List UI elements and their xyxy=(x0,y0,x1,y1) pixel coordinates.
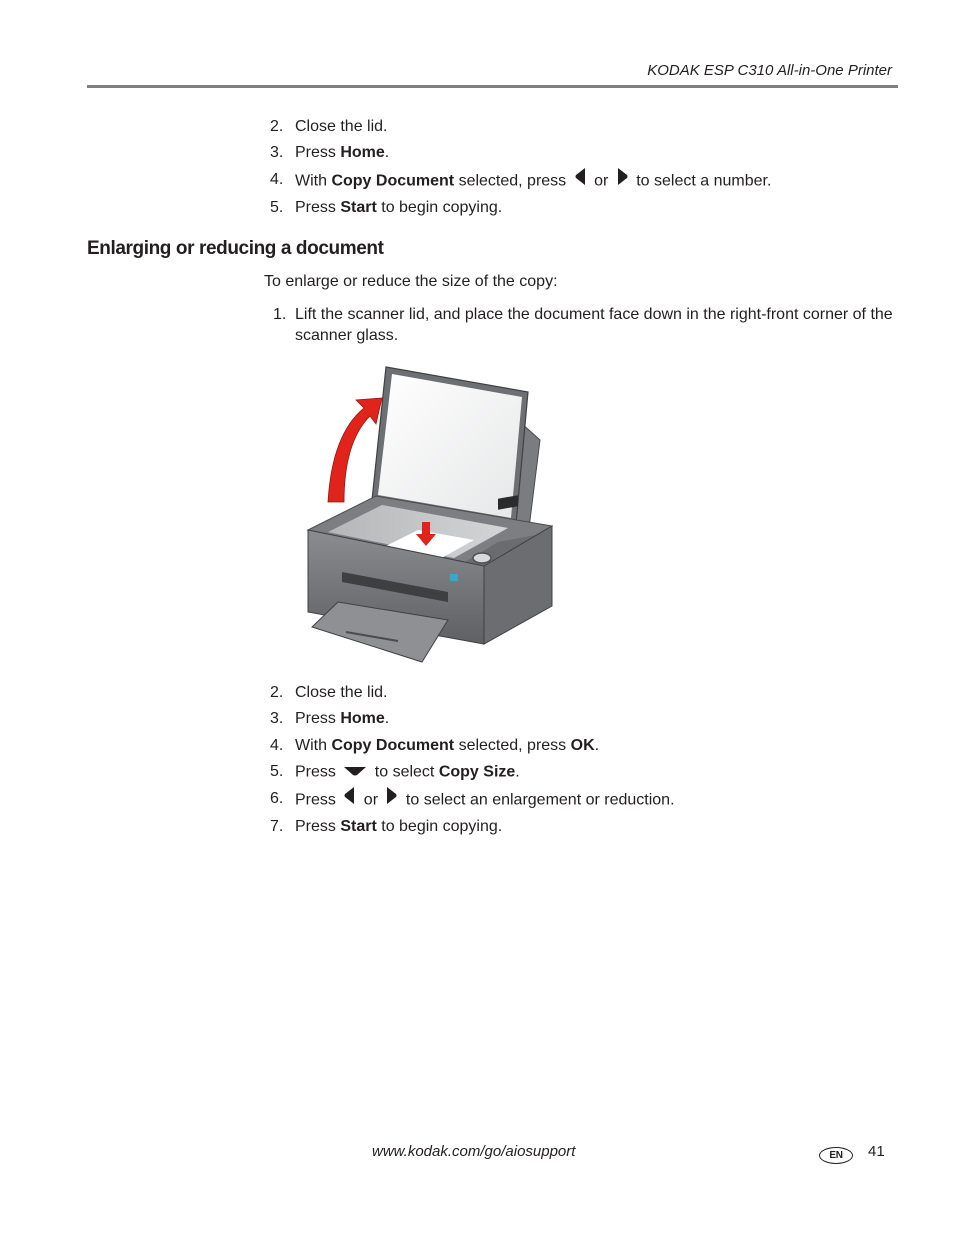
header-rule xyxy=(87,85,898,88)
bold-term: Home xyxy=(340,710,385,728)
list-item: 7. Press Start to begin copying. xyxy=(270,814,675,840)
step-text: Press xyxy=(295,144,341,162)
bottom-steps-list: 2. Close the lid. 3. Press Home. 4. With Copy… xyxy=(270,680,675,840)
bold-term: Start xyxy=(340,817,377,835)
step-text: Press xyxy=(295,817,341,835)
ok-button xyxy=(472,552,492,564)
step-number: 5. xyxy=(270,198,284,216)
right-arrow-icon xyxy=(617,167,628,195)
step-text: . xyxy=(594,736,600,754)
bold-term: Copy Size xyxy=(438,763,516,781)
right-arrow-icon xyxy=(386,786,397,814)
bold-term: Copy Document xyxy=(331,171,455,189)
page-number: 41 xyxy=(868,1143,885,1160)
list-item: 2. Close the lid. xyxy=(270,114,771,140)
down-arrow-icon xyxy=(344,759,367,785)
list-item: 3. Press Home. xyxy=(270,706,675,732)
left-arrow-icon xyxy=(575,167,586,195)
step-number: 2. xyxy=(270,118,284,135)
step-text: . xyxy=(515,763,520,781)
list-item: 1. Lift the scanner lid, and place the d… xyxy=(270,304,900,346)
list-item: 4. With Copy Document selected, press or … xyxy=(270,167,771,195)
step-text: or xyxy=(589,171,613,189)
step-text: With xyxy=(295,736,332,754)
card-slot-logo xyxy=(450,574,458,581)
step-text: or xyxy=(359,790,383,808)
step-text: to select a number. xyxy=(631,171,772,189)
step-text: Lift the scanner lid, and place the docu… xyxy=(295,306,893,344)
printer-illustration xyxy=(306,366,554,663)
step-text: to begin copying. xyxy=(376,198,503,216)
step-text: to select an enlargement or reduction. xyxy=(401,790,675,808)
bold-term: Copy Document xyxy=(331,736,455,754)
step-number: 6. xyxy=(270,789,284,807)
step-text: Close the lid. xyxy=(295,118,388,135)
bold-term: Home xyxy=(340,144,385,162)
running-header: KODAK ESP C310 All-in-One Printer xyxy=(647,62,892,79)
step-text: selected, press xyxy=(454,171,571,189)
list-item: 5. Press Start to begin copying. xyxy=(270,195,771,221)
step-text: Press xyxy=(295,763,341,781)
step-text: to select xyxy=(370,763,439,781)
bold-term: Start xyxy=(340,198,377,216)
step-number: 3. xyxy=(270,710,284,728)
list-item: 3. Press Home. xyxy=(270,140,771,166)
step-number: 5. xyxy=(270,762,284,780)
step-text: selected, press xyxy=(454,736,571,754)
step-number: 4. xyxy=(270,736,284,754)
step-text: Press xyxy=(295,710,341,728)
list-item: 6. Press or to select an enlargement or r… xyxy=(270,786,675,814)
section-heading: Enlarging or reducing a document xyxy=(87,238,384,259)
step-text: . xyxy=(384,144,390,162)
support-url-link[interactable]: www.kodak.com/go/aiosupport xyxy=(372,1143,575,1160)
list-item: 5. Press to select Copy Size. xyxy=(270,759,675,786)
list-item: 4. With Copy Document selected, press OK. xyxy=(270,733,675,759)
step-text: . xyxy=(384,710,390,728)
step-number: 7. xyxy=(270,817,284,835)
left-arrow-icon xyxy=(344,786,355,814)
step-text: Press xyxy=(295,198,341,216)
bold-term: OK xyxy=(570,736,595,754)
step-number: 4. xyxy=(270,170,284,188)
step-text: to begin copying. xyxy=(376,817,503,835)
step-number: 3. xyxy=(270,144,284,162)
step-text: Press xyxy=(295,790,341,808)
step-number: 2. xyxy=(270,684,284,701)
language-badge: EN xyxy=(819,1147,853,1164)
list-item: 2. Close the lid. xyxy=(270,680,675,706)
lid-inner-white xyxy=(378,374,522,518)
step-number: 1. xyxy=(273,306,287,323)
top-steps-list: 2. Close the lid. 3. Press Home. 4. With Copy… xyxy=(270,114,771,221)
step-text: With xyxy=(295,171,332,189)
step-text: Close the lid. xyxy=(295,684,388,701)
intro-text: To enlarge or reduce the size of the cop… xyxy=(264,273,558,290)
